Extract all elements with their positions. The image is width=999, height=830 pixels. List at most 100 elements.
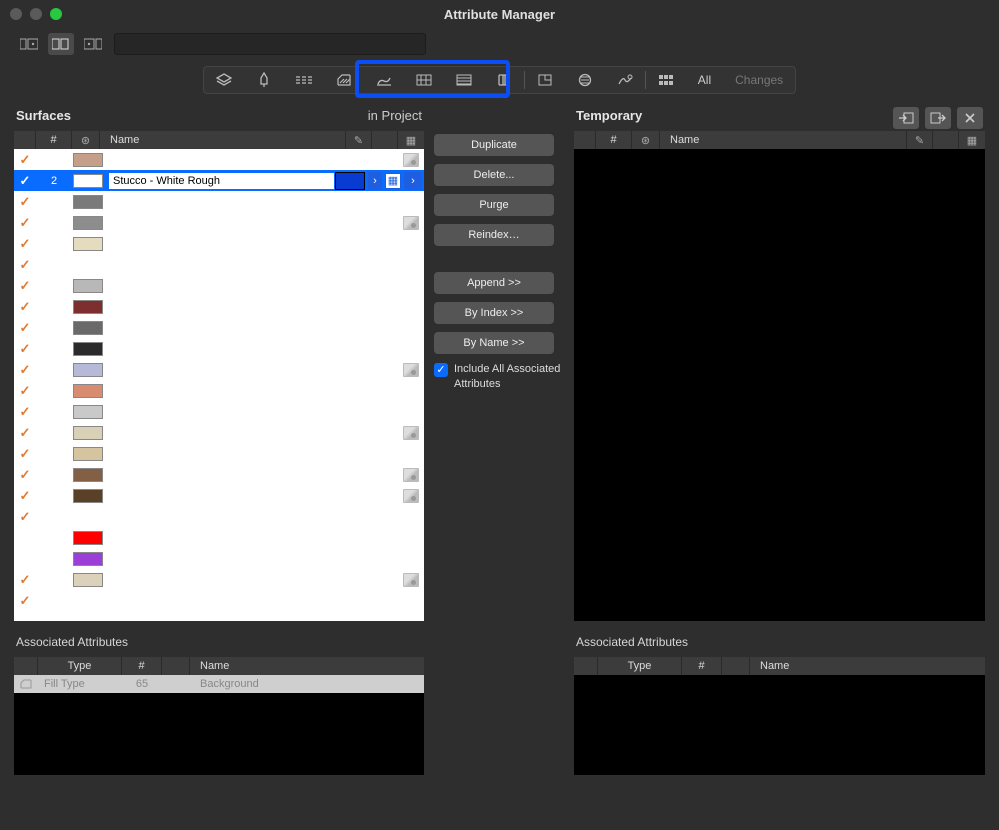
table-row[interactable]: ✓: [14, 149, 424, 170]
view-mode-3-button[interactable]: [80, 33, 106, 55]
pen-category-icon[interactable]: [244, 67, 284, 93]
table-row[interactable]: ✓: [14, 296, 424, 317]
surfaces-list[interactable]: ✓✓2›▦›✓✓✓✓✓✓✓✓✓✓✓✓✓✓✓✓✓✓: [14, 149, 424, 621]
by-name-button[interactable]: By Name >>: [434, 332, 554, 354]
header-thumb-col[interactable]: ▦: [398, 131, 424, 149]
color-swatch[interactable]: [73, 342, 103, 356]
search-input[interactable]: [114, 33, 426, 55]
assoc-header-type-r[interactable]: Type: [598, 657, 682, 675]
choose-color-arrow[interactable]: ›: [368, 172, 382, 190]
view-mode-1-button[interactable]: [16, 33, 42, 55]
include-associated-row[interactable]: ✓ Include All Associated Attributes: [434, 362, 564, 392]
table-row[interactable]: ✓: [14, 443, 424, 464]
table-row[interactable]: ✓: [14, 212, 424, 233]
fills-category-icon[interactable]: [324, 67, 364, 93]
toolbar-changes-button[interactable]: Changes: [723, 73, 795, 87]
delete-button[interactable]: Delete...: [434, 164, 554, 186]
assoc-header-swatch[interactable]: [162, 657, 190, 675]
temp-header-check-col[interactable]: [574, 131, 596, 149]
surface-name-input[interactable]: [108, 172, 335, 190]
composites-category-icon[interactable]: [444, 67, 484, 93]
assoc-header-type[interactable]: Type: [38, 657, 122, 675]
table-row[interactable]: ✓: [14, 254, 424, 275]
view-mode-2-button[interactable]: [48, 33, 74, 55]
color-swatch[interactable]: [73, 300, 103, 314]
building-materials-category-icon[interactable]: [404, 67, 444, 93]
close-temp-button[interactable]: [957, 107, 983, 129]
assoc-header-icon[interactable]: [14, 657, 38, 675]
surfaces-category-icon[interactable]: [364, 67, 404, 93]
assoc-body-left[interactable]: Fill Type 65 Background: [14, 675, 424, 775]
header-swatch-col[interactable]: ⊛: [72, 131, 100, 149]
color-swatch[interactable]: [73, 573, 103, 587]
toolbar-all-button[interactable]: All: [686, 73, 723, 87]
include-associated-checkbox[interactable]: ✓: [434, 363, 448, 377]
texture-thumb[interactable]: ▦: [385, 173, 401, 189]
header-pencil-col[interactable]: ✎: [346, 131, 372, 149]
table-row[interactable]: ✓: [14, 275, 424, 296]
assoc-header-num-r[interactable]: #: [682, 657, 722, 675]
assoc-header-name-r[interactable]: Name: [750, 657, 985, 675]
color-swatch[interactable]: [73, 489, 103, 503]
lines-category-icon[interactable]: [284, 67, 324, 93]
temp-header-pencil-col[interactable]: ✎: [907, 131, 933, 149]
mep-category-icon[interactable]: [565, 67, 605, 93]
table-row[interactable]: ✓: [14, 569, 424, 590]
color-swatch[interactable]: [73, 531, 103, 545]
choose-texture-arrow[interactable]: ›: [404, 172, 422, 190]
table-row[interactable]: ✓: [14, 401, 424, 422]
table-row[interactable]: ✓: [14, 485, 424, 506]
temp-header-swatch-col[interactable]: ⊛: [632, 131, 660, 149]
table-row[interactable]: ✓: [14, 233, 424, 254]
assoc-body-right[interactable]: [574, 675, 985, 775]
color-swatch[interactable]: [73, 153, 103, 167]
table-row[interactable]: ✓: [14, 590, 424, 611]
color-swatch[interactable]: [73, 195, 103, 209]
import-button[interactable]: [893, 107, 919, 129]
color-swatch[interactable]: [73, 321, 103, 335]
table-row[interactable]: ✓: [14, 338, 424, 359]
color-swatch[interactable]: [73, 363, 103, 377]
color-swatch[interactable]: [73, 237, 103, 251]
assoc-header-icon-r[interactable]: [574, 657, 598, 675]
color-swatch[interactable]: [73, 426, 103, 440]
purge-button[interactable]: Purge: [434, 194, 554, 216]
table-row[interactable]: ✓: [14, 464, 424, 485]
assoc-row[interactable]: Fill Type 65 Background: [14, 675, 424, 693]
operation-profiles-icon[interactable]: [605, 67, 645, 93]
all-grid-icon[interactable]: [646, 67, 686, 93]
color-swatch[interactable]: [73, 468, 103, 482]
header-name-col[interactable]: Name: [100, 131, 346, 149]
temp-header-thumb-col[interactable]: ▦: [959, 131, 985, 149]
table-row[interactable]: ✓: [14, 359, 424, 380]
table-row[interactable]: ✓: [14, 506, 424, 527]
profiles-category-icon[interactable]: [484, 67, 524, 93]
temp-header-blank-col[interactable]: [933, 131, 959, 149]
export-button[interactable]: [925, 107, 951, 129]
color-swatch[interactable]: [73, 405, 103, 419]
header-check-col[interactable]: [14, 131, 36, 149]
zones-category-icon[interactable]: [525, 67, 565, 93]
reindex-button[interactable]: Reindex…: [434, 224, 554, 246]
assoc-header-num[interactable]: #: [122, 657, 162, 675]
header-index-col[interactable]: #: [36, 131, 72, 149]
assoc-header-swatch-r[interactable]: [722, 657, 750, 675]
layers-category-icon[interactable]: [204, 67, 244, 93]
color-swatch[interactable]: [73, 279, 103, 293]
table-row[interactable]: [14, 548, 424, 569]
temp-header-name-col[interactable]: Name: [660, 131, 907, 149]
by-index-button[interactable]: By Index >>: [434, 302, 554, 324]
table-row[interactable]: ✓: [14, 317, 424, 338]
color-swatch[interactable]: [73, 447, 103, 461]
duplicate-button[interactable]: Duplicate: [434, 134, 554, 156]
temporary-list[interactable]: [574, 149, 985, 621]
table-row[interactable]: ✓: [14, 191, 424, 212]
header-blank-col[interactable]: [372, 131, 398, 149]
color-swatch[interactable]: [73, 384, 103, 398]
color-swatch[interactable]: [73, 174, 103, 188]
color-swatch[interactable]: [73, 552, 103, 566]
table-row[interactable]: [14, 527, 424, 548]
color-picker-swatch[interactable]: [335, 172, 365, 190]
append-button[interactable]: Append >>: [434, 272, 554, 294]
temp-header-index-col[interactable]: #: [596, 131, 632, 149]
